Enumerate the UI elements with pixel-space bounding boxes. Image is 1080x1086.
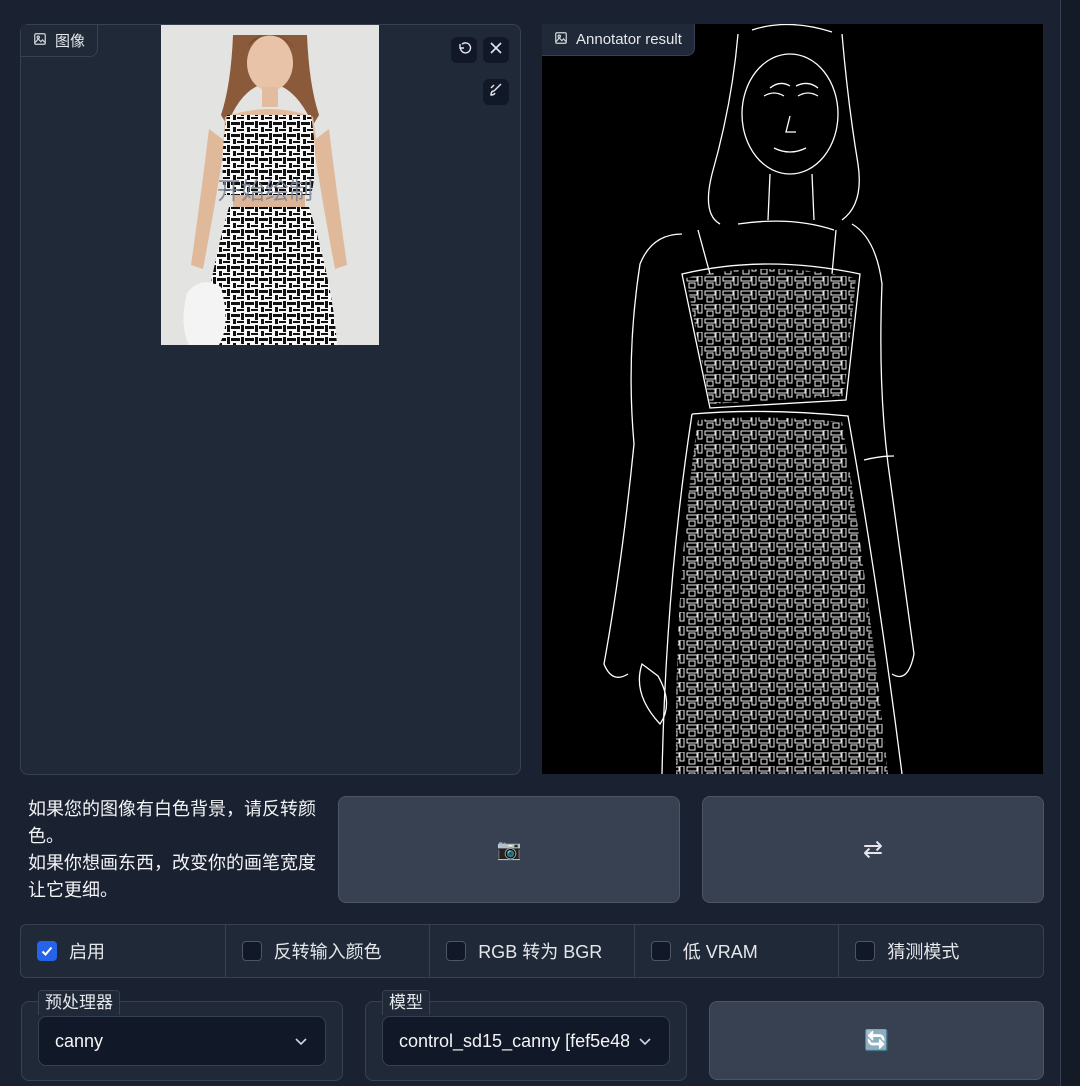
camera-button[interactable]: 📷: [338, 796, 680, 903]
camera-icon: 📷: [496, 839, 522, 861]
swap-icon: ⇄: [862, 836, 884, 863]
annotator-result-label-text: Annotator result: [576, 31, 682, 48]
checkbox-label: RGB 转为 BGR: [478, 942, 603, 962]
model-panel: 模型 control_sd15_canny [fef5e48e]: [365, 990, 687, 1081]
input-image-panel[interactable]: 图像 开始绘制: [20, 24, 521, 775]
model-label: 模型: [382, 990, 430, 1015]
undo-button[interactable]: [451, 37, 477, 63]
enable-checkbox[interactable]: 启用: [21, 925, 226, 977]
controlnet-options-row: 启用 反转输入颜色 RGB 转为 BGR 低 VRAM 猜测模式: [20, 924, 1044, 978]
annotator-result-label: Annotator result: [542, 24, 695, 56]
annotator-result-panel: Annotator result: [542, 24, 1043, 774]
chevron-down-icon: [295, 1038, 307, 1046]
info-line-brush: 如果你想画东西，改变你的画笔宽度让它更细。: [28, 853, 316, 900]
rgb-to-bgr-checkbox[interactable]: RGB 转为 BGR: [430, 925, 635, 977]
checkbox-label: 低 VRAM: [682, 942, 758, 962]
close-icon: [488, 40, 504, 61]
checkbox-box[interactable]: [650, 941, 671, 961]
annotator-edge-image: [603, 24, 915, 774]
input-image-label-text: 图像: [55, 33, 86, 50]
checkbox-box[interactable]: [37, 941, 57, 961]
brush-icon: [488, 82, 504, 103]
preprocessor-panel: 预处理器 canny: [21, 990, 343, 1081]
low-vram-checkbox[interactable]: 低 VRAM: [635, 925, 840, 977]
chevron-down-icon: [639, 1038, 651, 1046]
image-icon: [33, 32, 47, 50]
info-line-invert: 如果您的图像有白色背景，请反转颜色。: [28, 799, 316, 846]
invert-input-color-checkbox[interactable]: 反转输入颜色: [226, 925, 431, 977]
input-image-label: 图像: [21, 25, 99, 57]
clear-button[interactable]: [483, 37, 509, 63]
guess-mode-checkbox[interactable]: 猜测模式: [839, 925, 1043, 977]
draw-overlay-text[interactable]: 开始绘制: [217, 171, 313, 206]
brush-button[interactable]: [483, 79, 509, 105]
model-value: control_sd15_canny [fef5e48e]: [399, 1030, 629, 1051]
check-icon: [41, 946, 53, 956]
refresh-icon: 🔄: [864, 1030, 889, 1052]
undo-icon: [456, 40, 472, 61]
scrollbar-track[interactable]: [1060, 0, 1080, 1086]
image-icon: [554, 31, 568, 49]
preprocessor-dropdown[interactable]: canny: [38, 1016, 326, 1066]
checkbox-box[interactable]: [446, 941, 467, 961]
checkbox-box[interactable]: [241, 941, 262, 961]
refresh-models-button[interactable]: 🔄: [709, 1001, 1044, 1080]
checkbox-label: 反转输入颜色: [273, 942, 382, 962]
preprocessor-value: canny: [55, 1030, 104, 1051]
preprocessor-label: 预处理器: [38, 990, 120, 1015]
info-text: 如果您的图像有白色背景，请反转颜色。 如果你想画东西，改变你的画笔宽度让它更细。: [28, 796, 318, 904]
checkbox-box[interactable]: [855, 941, 876, 961]
swap-button[interactable]: ⇄: [702, 796, 1044, 903]
model-dropdown[interactable]: control_sd15_canny [fef5e48e]: [382, 1016, 670, 1066]
checkbox-label: 启用: [69, 942, 105, 962]
checkbox-label: 猜测模式: [887, 942, 960, 962]
